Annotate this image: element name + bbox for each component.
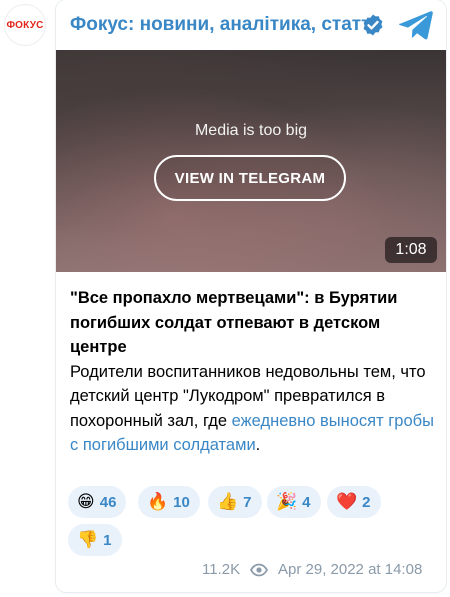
thumbs-down-icon: 👎 bbox=[77, 529, 99, 550]
grinning-face-icon: 😁 bbox=[77, 491, 95, 512]
reaction-count: 4 bbox=[302, 493, 311, 511]
message-header: Фокус: новини, аналітика, статті bbox=[56, 0, 446, 50]
heart-icon: ❤️ bbox=[336, 491, 358, 512]
telegram-plane-icon[interactable] bbox=[398, 8, 434, 42]
post-body-end: . bbox=[255, 436, 261, 454]
post-title: "Все пропахло мертвецами": в Бурятии пог… bbox=[70, 289, 398, 356]
reaction-grinning[interactable]: 😁 46 bbox=[68, 486, 127, 518]
reaction-count: 10 bbox=[173, 493, 190, 511]
reaction-fire[interactable]: 🔥 10 bbox=[138, 486, 200, 518]
reaction-thumbs-down[interactable]: 👎 1 bbox=[68, 524, 122, 556]
video-duration-badge: 1:08 bbox=[385, 237, 437, 263]
message-footer: 11.2K Apr 29, 2022 at 14:08 bbox=[56, 561, 446, 581]
reaction-count: 7 bbox=[243, 493, 252, 511]
reaction-party-popper[interactable]: 🎉 4 bbox=[267, 486, 321, 518]
message-bubble: Фокус: новини, аналітика, статті Media i… bbox=[56, 0, 446, 592]
channel-name-link[interactable]: Фокус: новини, аналітика, статті bbox=[70, 14, 376, 36]
view-count: 11.2K bbox=[202, 561, 241, 578]
reaction-count: 1 bbox=[103, 531, 112, 549]
video-media-block[interactable]: Media is too big VIEW IN TELEGRAM 1:08 bbox=[56, 50, 446, 272]
reaction-count: 2 bbox=[362, 493, 371, 511]
reaction-count: 46 bbox=[99, 493, 117, 511]
channel-avatar[interactable]: ФОКУС bbox=[4, 4, 46, 46]
verified-badge-icon bbox=[363, 14, 383, 36]
reaction-thumbs-up[interactable]: 👍 7 bbox=[208, 486, 262, 518]
post-body: Родители воспитанников недовольны тем, ч… bbox=[70, 360, 436, 458]
reaction-heart[interactable]: ❤️ 2 bbox=[327, 486, 381, 518]
thumbs-up-icon: 👍 bbox=[217, 491, 239, 512]
fire-icon: 🔥 bbox=[147, 491, 169, 512]
view-in-telegram-button[interactable]: VIEW IN TELEGRAM bbox=[154, 155, 346, 201]
message-date-link[interactable]: Apr 29, 2022 at 14:08 bbox=[278, 561, 422, 578]
avatar-logo-text: ФОКУС bbox=[6, 19, 44, 31]
post-text: "Все пропахло мертвецами": в Бурятии пог… bbox=[70, 286, 436, 458]
media-too-big-notice: Media is too big bbox=[194, 122, 308, 139]
eye-icon bbox=[250, 563, 268, 577]
party-popper-icon: 🎉 bbox=[276, 491, 298, 512]
